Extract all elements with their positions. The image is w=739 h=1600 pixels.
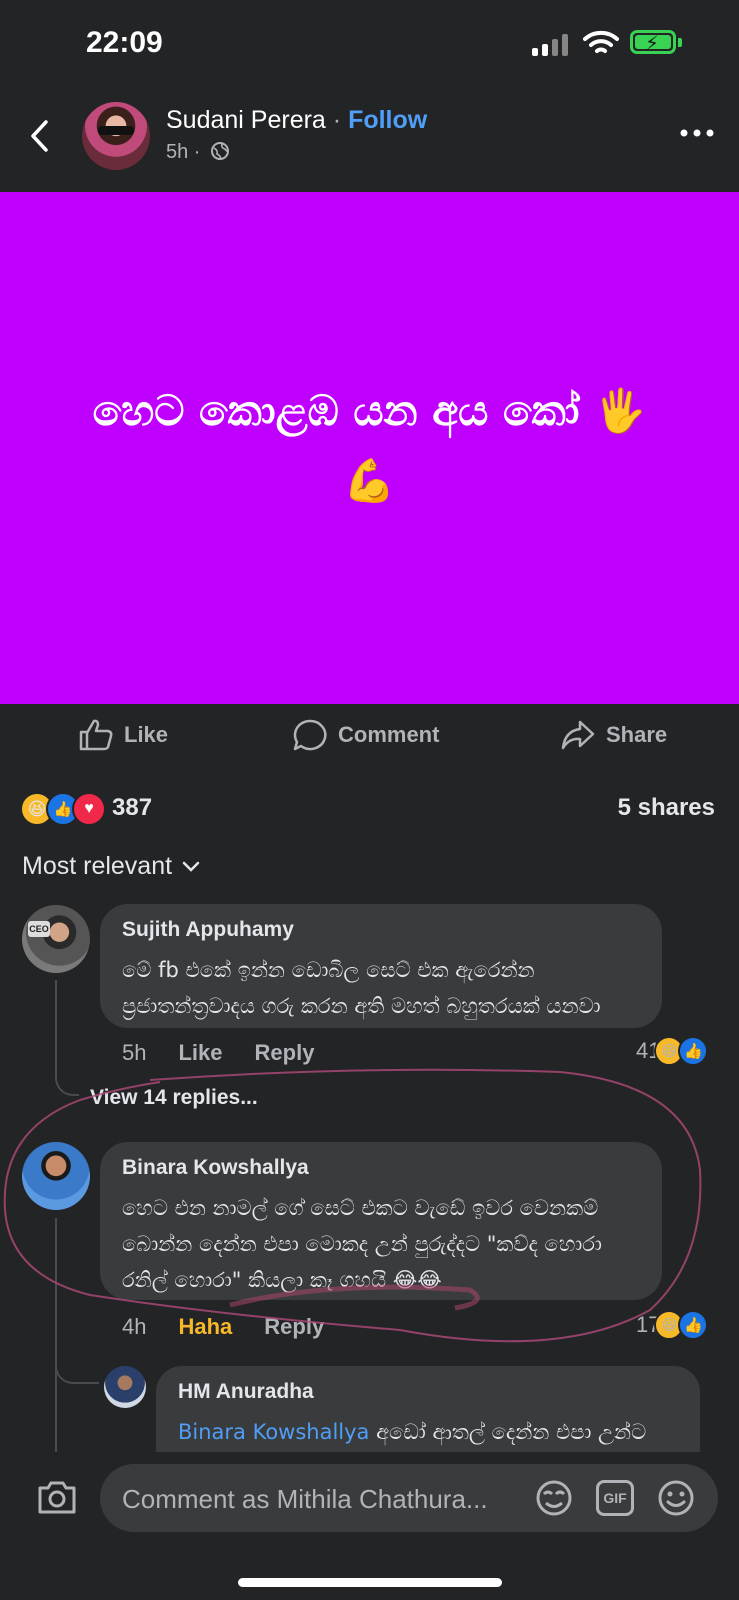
- commenter-avatar[interactable]: [104, 1366, 146, 1408]
- battery-icon: ⚡: [630, 30, 676, 55]
- action-bar: Like Comment Share: [0, 710, 739, 770]
- comment-label: Comment: [338, 722, 440, 747]
- share-button[interactable]: Share: [560, 718, 667, 752]
- more-options-icon[interactable]: [680, 128, 714, 138]
- author-avatar[interactable]: [82, 102, 150, 170]
- like-label: Like: [124, 722, 169, 747]
- comment-text: මේ fb එකේ ඉන්න ඩොබිල සෙට් එක ඇරෙන්න ප්‍ර…: [122, 958, 601, 1018]
- shares-count[interactable]: 5 shares: [618, 794, 715, 822]
- globe-icon: [211, 142, 230, 160]
- comment-bubble[interactable]: Sujith Appuhamy මේ fb එකේ ඉන්න ඩොබිල සෙට…: [100, 904, 662, 1028]
- author-name[interactable]: Sudani Perera: [166, 106, 326, 134]
- commenter-name[interactable]: Sujith Appuhamy: [122, 918, 294, 942]
- share-label: Share: [606, 722, 668, 747]
- wifi-icon: [583, 30, 619, 53]
- comment-text: Binara Kowshallya අඩෝ ආතල් දෙන්න එපා උන්…: [178, 1414, 676, 1450]
- post-text-line1: හෙට කොළඹ යන අය කෝ 🖐️: [92, 386, 647, 435]
- back-arrow-icon[interactable]: [28, 118, 52, 154]
- post-time: 5h ·: [166, 141, 230, 164]
- status-time: 22:09: [86, 26, 163, 59]
- author-line: Sudani Perera · Follow: [166, 106, 427, 135]
- comment-input-placeholder: Comment as Mithila Chathura...: [122, 1484, 488, 1514]
- camera-icon[interactable]: [36, 1478, 78, 1516]
- scribble-annotation: [3, 1068, 702, 1343]
- comment-bubble[interactable]: HM Anuradha Binara Kowshallya අඩෝ ආතල් ද…: [156, 1366, 700, 1456]
- gif-icon[interactable]: GIF: [596, 1480, 634, 1516]
- follow-button[interactable]: Follow: [348, 106, 427, 134]
- signal-icon: [532, 34, 570, 56]
- sort-label: Most relevant: [22, 852, 173, 880]
- thumbs-up-icon: [79, 719, 113, 751]
- share-arrow-icon: [561, 720, 595, 750]
- avatar-sticker-icon[interactable]: [534, 1478, 574, 1518]
- mention-link[interactable]: Binara Kowshallya: [178, 1420, 369, 1444]
- post-text: හෙට කොළඹ යන අය කෝ 🖐️ 💪: [30, 376, 709, 516]
- like-button[interactable]: Like: [78, 718, 168, 752]
- separator: ·: [332, 106, 342, 134]
- love-reaction-icon: ♥: [72, 792, 106, 826]
- battery-tip: [678, 38, 682, 47]
- sort-dropdown[interactable]: Most relevant: [22, 852, 200, 881]
- post-time-label: 5h ·: [166, 141, 201, 163]
- emoji-icon[interactable]: [656, 1478, 696, 1518]
- post-text-line2: 💪: [343, 456, 396, 505]
- comment-text-body: අඩෝ ආතල් දෙන්න එපා උන්ට: [369, 1420, 647, 1444]
- commenter-avatar[interactable]: CEO: [22, 905, 90, 973]
- reaction-icons[interactable]: 😆 👍 ♥: [20, 792, 106, 826]
- home-indicator[interactable]: [238, 1578, 502, 1587]
- comment-bubble-icon: [293, 719, 327, 751]
- comment-button[interactable]: Comment: [292, 718, 439, 752]
- reaction-count[interactable]: 387: [112, 794, 152, 822]
- chevron-down-icon: [182, 861, 200, 872]
- commenter-name[interactable]: HM Anuradha: [178, 1380, 314, 1404]
